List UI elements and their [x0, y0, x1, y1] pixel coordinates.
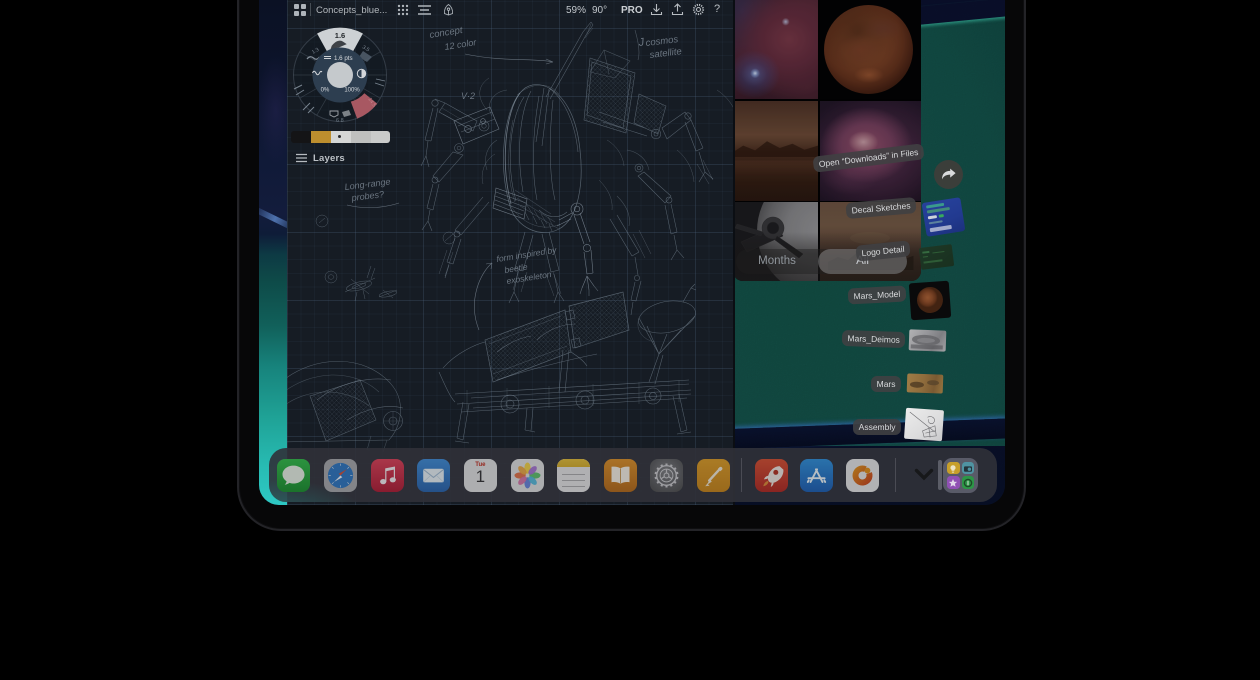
svg-text:100%: 100% — [344, 88, 360, 94]
svg-text:Long-range: Long-range — [344, 176, 391, 192]
svg-text:6 8: 6 8 — [336, 118, 344, 124]
svg-text:concept: concept — [429, 25, 464, 41]
svg-text:probes?: probes? — [350, 189, 385, 203]
svg-text:satellite: satellite — [649, 46, 682, 61]
svg-text:1.6: 1.6 — [335, 31, 345, 40]
svg-text:1.6 pts: 1.6 pts — [334, 55, 353, 62]
svg-text:12 color: 12 color — [444, 37, 478, 52]
svg-text:0%: 0% — [321, 88, 330, 94]
svg-text:V·2: V·2 — [461, 91, 475, 101]
